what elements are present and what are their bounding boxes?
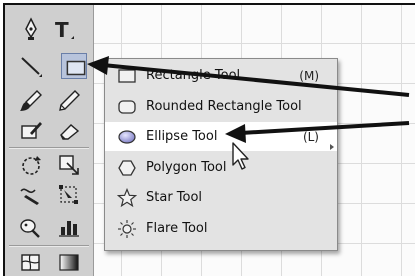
toolbox-separator [9,245,89,247]
paintbrush-tool-icon[interactable] [17,87,45,115]
tearoff-arrow-icon[interactable] [330,144,334,150]
flyout-item-ellipse-tool[interactable]: Ellipse Tool (L) [105,122,337,151]
flyout-item-shortcut: (L) [302,129,319,144]
rotate-tool-icon[interactable] [17,151,45,179]
flyout-item-label: Polygon Tool [146,160,227,175]
star-icon [117,187,137,208]
flyout-item-shortcut: (M) [299,68,319,83]
flyout-item-rounded-rectangle-tool[interactable]: Rounded Rectangle Tool [105,92,337,121]
flyout-item-label: Ellipse Tool [146,129,218,144]
flare-icon [117,219,137,239]
flyout-item-label: Rounded Rectangle Tool [146,99,302,114]
ellipse-icon [117,127,137,147]
flyout-item-label: Flare Tool [146,221,208,236]
shape-tools-flyout-menu: Rectangle Tool (M) Rounded Rectangle Too… [104,58,338,251]
toolbox-separator [9,147,89,149]
scale-tool-icon[interactable] [55,151,83,179]
polygon-icon [117,158,137,178]
tools-panel: T [5,5,94,276]
line-segment-tool-icon[interactable] [17,52,45,80]
eraser-tool-icon[interactable] [55,117,83,145]
flyout-item-rectangle-tool[interactable]: Rectangle Tool (M) [105,61,337,90]
free-transform-tool-icon[interactable] [55,181,83,209]
pen-tool-icon[interactable] [17,15,45,43]
symbol-sprayer-tool-icon[interactable] [17,213,45,241]
rectangle-tool-icon[interactable] [61,53,87,79]
graph-tool-icon[interactable] [55,213,83,241]
flyout-item-label: Rectangle Tool [146,68,241,83]
rounded-rectangle-icon [117,97,137,117]
type-tool-icon[interactable]: T [49,15,77,43]
flyout-item-label: Star Tool [146,190,203,205]
flyout-item-flare-tool[interactable]: Flare Tool [105,214,337,243]
screenshot-frame: T Rectangle Tool (M) Rounded Rectangle T… [3,3,415,276]
rectangle-icon [117,66,137,86]
mouse-cursor-icon [231,141,253,171]
pencil-tool-icon[interactable] [55,87,83,115]
blob-brush-tool-icon[interactable] [17,117,45,145]
flyout-item-polygon-tool[interactable]: Polygon Tool [105,153,337,182]
gradient-tool-icon[interactable] [55,249,83,276]
mesh-tool-icon[interactable] [17,249,45,276]
svg-text:T: T [55,18,69,42]
flyout-item-star-tool[interactable]: Star Tool [105,183,337,212]
warp-tool-icon[interactable] [17,181,45,209]
